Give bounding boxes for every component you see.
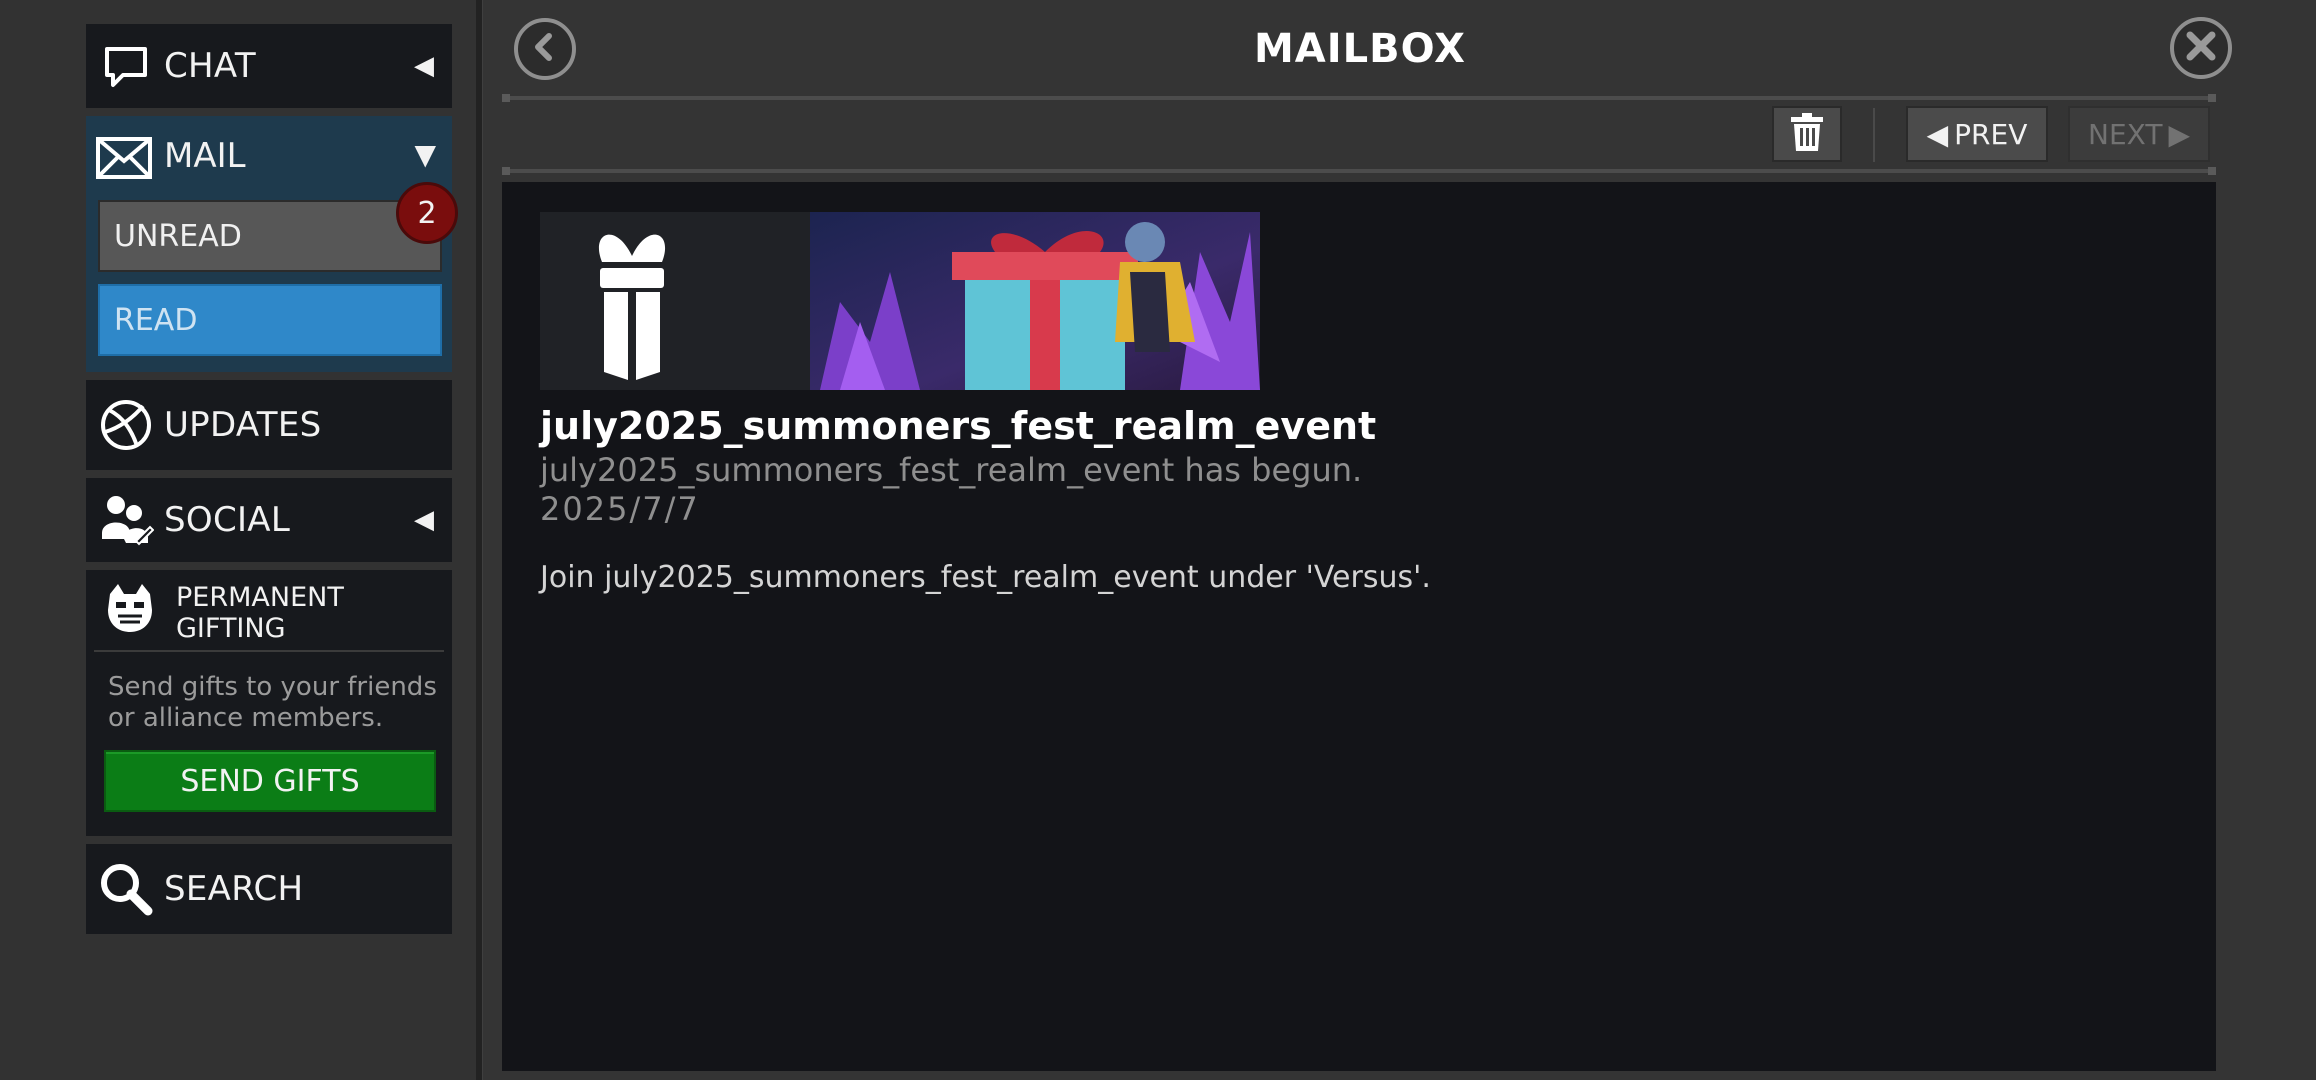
chevron-down-icon: ▼	[414, 138, 436, 171]
sidebar-item-search[interactable]: SEARCH	[86, 844, 452, 934]
sidebar-item-label: CHAT	[164, 46, 256, 86]
next-label: NEXT	[2088, 117, 2163, 151]
trash-icon	[1791, 113, 1823, 155]
close-x-icon	[2185, 30, 2217, 66]
prev-label: PREV	[1954, 117, 2028, 151]
sidebar-mail-group: MAIL ▼ UNREAD READ	[86, 116, 452, 372]
sidebar-item-label: SOCIAL	[164, 500, 291, 540]
triangle-right-icon: ▶	[2168, 117, 2190, 151]
next-button[interactable]: NEXT ▶	[2068, 106, 2210, 162]
sidebar-item-updates[interactable]: UPDATES	[86, 380, 452, 470]
sidebar: CHAT ◀ MAIL ▼ UNREAD READ 2 UPDATES SOCI…	[0, 0, 478, 1080]
page-title: MAILBOX	[1253, 26, 1467, 72]
message-panel: july2025_summoners_fest_realm_event july…	[502, 182, 2216, 1071]
gifting-character-icon	[102, 580, 158, 636]
toolbar-separator	[1873, 108, 1875, 162]
people-icon	[98, 492, 154, 548]
send-gifts-button[interactable]: SEND GIFTS	[104, 750, 436, 812]
message-body: Join july2025_summoners_fest_realm_event…	[540, 560, 1431, 595]
message-subtitle: july2025_summoners_fest_realm_event has …	[540, 451, 1363, 489]
delete-button[interactable]	[1772, 106, 1842, 162]
gifting-description: Send gifts to your friends or alliance m…	[108, 672, 437, 733]
chevron-left-icon: ◀	[414, 505, 434, 535]
sidebar-item-social[interactable]: SOCIAL ◀	[86, 478, 452, 562]
sidebar-item-label: UPDATES	[164, 405, 322, 445]
close-button[interactable]	[2170, 17, 2232, 79]
divider	[502, 94, 2216, 102]
unread-count-badge: 2	[396, 182, 458, 244]
read-tab[interactable]: READ	[98, 284, 442, 356]
globe-icon	[98, 397, 154, 453]
unread-tab[interactable]: UNREAD	[98, 200, 442, 272]
mailbox-screen: CHAT ◀ MAIL ▼ UNREAD READ 2 UPDATES SOCI…	[0, 0, 2316, 1080]
back-button[interactable]	[514, 18, 576, 80]
chat-bubble-icon	[98, 38, 154, 94]
message-title: july2025_summoners_fest_realm_event	[540, 404, 1377, 448]
sidebar-divider	[476, 0, 482, 1080]
message-date: 2025/7/7	[540, 490, 700, 528]
magnifier-icon	[98, 861, 154, 917]
envelope-icon	[94, 130, 154, 186]
gifting-title: PERMANENT GIFTING	[176, 582, 344, 644]
sidebar-item-mail[interactable]: MAIL ▼	[86, 116, 452, 200]
event-banner-image	[540, 212, 1260, 390]
divider	[502, 167, 2216, 175]
permanent-gifting-panel: PERMANENT GIFTING Send gifts to your fri…	[86, 570, 452, 836]
sidebar-item-chat[interactable]: CHAT ◀	[86, 24, 452, 108]
divider	[94, 650, 444, 652]
sidebar-item-label: SEARCH	[164, 869, 304, 909]
sidebar-item-label: MAIL	[164, 136, 246, 176]
triangle-left-icon: ◀	[1926, 117, 1949, 151]
chevron-left-icon: ◀	[414, 51, 434, 81]
prev-button[interactable]: ◀ PREV	[1906, 106, 2048, 162]
back-arrow-icon	[530, 32, 560, 66]
